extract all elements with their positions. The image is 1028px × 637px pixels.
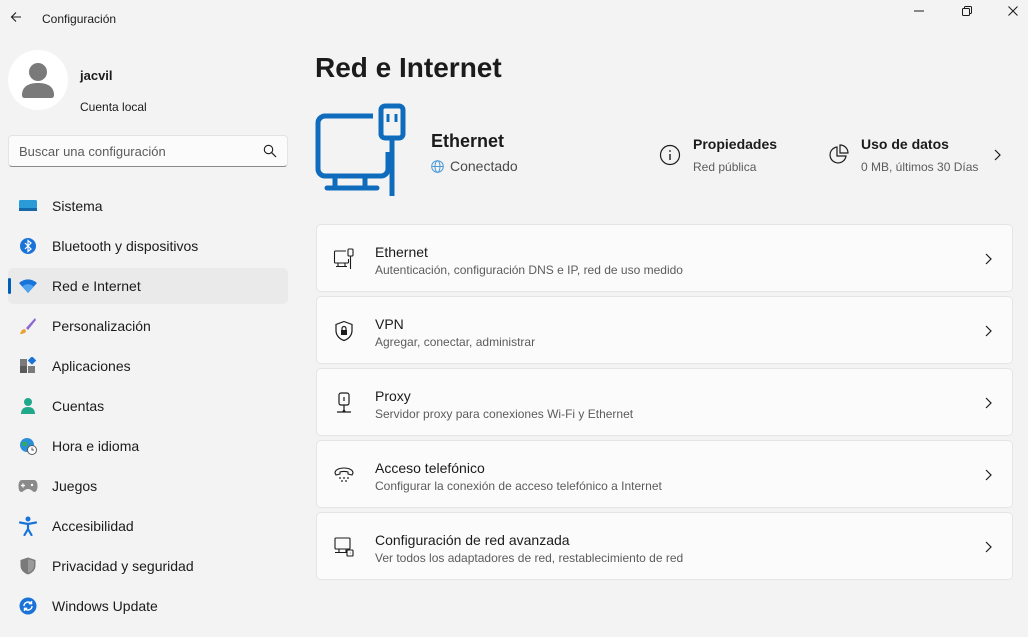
card-description: Configurar la conexión de acceso telefón… bbox=[375, 479, 662, 493]
chevron-right-icon bbox=[985, 397, 992, 409]
sidebar-item-bluetooth[interactable]: Bluetooth y dispositivos bbox=[8, 228, 288, 264]
chevron-right-icon bbox=[985, 325, 992, 337]
pie-chart-icon bbox=[829, 144, 849, 164]
globe-icon bbox=[431, 159, 444, 173]
minimize-icon bbox=[914, 10, 924, 12]
connection-status: Conectado bbox=[431, 158, 518, 174]
sidebar-item-label: Aplicaciones bbox=[52, 358, 131, 374]
network-adapter-icon bbox=[333, 536, 355, 558]
card-description: Ver todos los adaptadores de red, restab… bbox=[375, 551, 684, 565]
sidebar-item-personalizacion[interactable]: Personalización bbox=[8, 308, 288, 344]
sidebar-item-label: Hora e idioma bbox=[52, 438, 140, 454]
sidebar-item-cuentas[interactable]: Cuentas bbox=[8, 388, 288, 424]
back-button[interactable] bbox=[4, 5, 28, 29]
sidebar-item-label: Bluetooth y dispositivos bbox=[52, 238, 199, 254]
network-profile: Red pública bbox=[693, 160, 757, 174]
search-box bbox=[8, 135, 288, 167]
card-ethernet[interactable]: Ethernet Autenticación, configuración DN… bbox=[316, 224, 1013, 292]
card-vpn[interactable]: VPN Agregar, conectar, administrar bbox=[316, 296, 1013, 364]
apps-icon bbox=[18, 357, 38, 375]
accessibility-icon bbox=[18, 516, 38, 536]
data-usage-link[interactable]: Uso de datos 0 MB, últimos 30 Días bbox=[827, 136, 1012, 180]
dialup-icon bbox=[333, 464, 355, 486]
card-proxy[interactable]: Proxy Servidor proxy para conexiones Wi-… bbox=[316, 368, 1013, 436]
app-title: Configuración bbox=[42, 12, 117, 26]
card-title: Proxy bbox=[375, 388, 411, 404]
account-type: Cuenta local bbox=[80, 100, 147, 114]
sidebar-item-hora-e-idioma[interactable]: Hora e idioma bbox=[8, 428, 288, 464]
sidebar-item-juegos[interactable]: Juegos bbox=[8, 468, 288, 504]
avatar bbox=[8, 50, 68, 110]
sidebar-item-label: Personalización bbox=[52, 318, 151, 334]
globe-clock-icon bbox=[18, 437, 38, 455]
card-title: Ethernet bbox=[375, 244, 428, 260]
default-avatar-icon bbox=[22, 63, 54, 98]
wifi-icon bbox=[18, 277, 38, 295]
card-title: VPN bbox=[375, 316, 404, 332]
minimize-button[interactable] bbox=[896, 0, 942, 22]
card-configuracion-red-avanzada[interactable]: Configuración de red avanzada Ver todos … bbox=[316, 512, 1013, 580]
sidebar-item-label: Cuentas bbox=[52, 398, 105, 414]
user-name: jacvil bbox=[80, 68, 113, 83]
brush-icon bbox=[18, 317, 38, 335]
chevron-right-icon bbox=[985, 541, 992, 553]
card-description: Servidor proxy para conexiones Wi-Fi y E… bbox=[375, 407, 634, 421]
ethernet-monitor-icon bbox=[315, 103, 406, 196]
back-arrow-icon bbox=[10, 12, 21, 22]
search-input[interactable] bbox=[19, 136, 255, 166]
system-icon bbox=[18, 197, 38, 215]
card-acceso-telefonico[interactable]: Acceso telefónico Configurar la conexión… bbox=[316, 440, 1013, 508]
shield-icon bbox=[18, 557, 38, 575]
bluetooth-icon bbox=[18, 237, 38, 255]
info-icon bbox=[659, 144, 681, 166]
card-description: Agregar, conectar, administrar bbox=[375, 335, 536, 349]
data-usage-amount: 0 MB, últimos 30 Días bbox=[861, 160, 979, 174]
sidebar-item-label: Sistema bbox=[52, 198, 103, 214]
sidebar-item-accesibilidad[interactable]: Accesibilidad bbox=[8, 508, 288, 544]
card-description: Autenticación, configuración DNS e IP, r… bbox=[375, 263, 683, 277]
sidebar-item-privacidad[interactable]: Privacidad y seguridad bbox=[8, 548, 288, 584]
update-icon bbox=[18, 597, 38, 615]
sidebar-item-label: Accesibilidad bbox=[52, 518, 134, 534]
vpn-shield-icon bbox=[333, 320, 355, 342]
sidebar-item-windows-update[interactable]: Windows Update bbox=[8, 588, 288, 624]
restore-icon bbox=[962, 6, 972, 16]
settings-list: Ethernet Autenticación, configuración DN… bbox=[316, 224, 1013, 584]
person-icon bbox=[18, 397, 38, 415]
connection-status-text: Conectado bbox=[450, 158, 518, 174]
sidebar-item-aplicaciones[interactable]: Aplicaciones bbox=[8, 348, 288, 384]
sidebar-item-label: Privacidad y seguridad bbox=[52, 558, 194, 574]
gamepad-icon bbox=[18, 477, 38, 495]
sidebar: jacvil Cuenta local Sistema Bluetooth y … bbox=[0, 36, 300, 637]
proxy-icon bbox=[333, 392, 355, 414]
properties-link[interactable]: Propiedades Red pública bbox=[659, 136, 809, 180]
sidebar-nav: Sistema Bluetooth y dispositivos Red e I… bbox=[8, 188, 288, 628]
card-title: Acceso telefónico bbox=[375, 460, 485, 476]
sidebar-item-sistema[interactable]: Sistema bbox=[8, 188, 288, 224]
close-button[interactable] bbox=[990, 0, 1028, 22]
sidebar-item-label: Windows Update bbox=[52, 598, 158, 614]
chevron-right-icon bbox=[985, 253, 992, 265]
search-icon[interactable] bbox=[263, 144, 277, 158]
restore-button[interactable] bbox=[944, 0, 990, 22]
page-title: Red e Internet bbox=[315, 52, 502, 83]
card-title: Configuración de red avanzada bbox=[375, 532, 570, 548]
sidebar-item-label: Juegos bbox=[52, 478, 98, 494]
chevron-right-icon bbox=[994, 149, 1001, 161]
sidebar-item-red-e-internet[interactable]: Red e Internet bbox=[8, 268, 288, 304]
close-icon bbox=[1008, 6, 1018, 16]
properties-title: Propiedades bbox=[693, 136, 778, 152]
connection-summary: Ethernet Conectado Propiedades Red públi… bbox=[315, 102, 1015, 202]
data-usage-title: Uso de datos bbox=[861, 136, 949, 152]
title-bar: Configuración bbox=[0, 0, 1028, 36]
chevron-right-icon bbox=[985, 469, 992, 481]
user-profile[interactable]: jacvil Cuenta local bbox=[8, 50, 288, 114]
sidebar-item-label: Red e Internet bbox=[52, 278, 141, 294]
connection-name: Ethernet bbox=[431, 131, 505, 151]
ethernet-icon bbox=[333, 248, 355, 270]
